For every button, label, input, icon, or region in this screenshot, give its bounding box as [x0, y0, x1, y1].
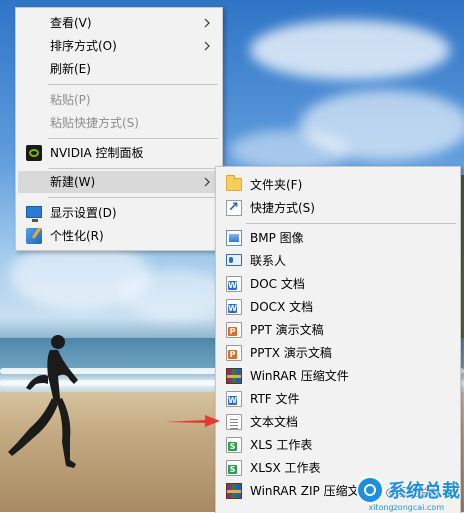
submenu-item-bmp-image[interactable]: BMP 图像: [218, 227, 458, 249]
menu-separator: [48, 168, 218, 169]
submenu-item-docx[interactable]: W DOCX 文档: [218, 296, 458, 318]
watermark-brand-icon: [356, 476, 384, 504]
runner-silhouette: [8, 335, 78, 468]
chevron-right-icon: [204, 177, 210, 187]
submenu-item-label: BMP 图像: [250, 231, 304, 245]
submenu-item-label: XLSX 工作表: [250, 461, 321, 475]
submenu-item-label: 快捷方式(S): [250, 201, 315, 215]
text-document-icon: [226, 414, 242, 430]
menu-item-label: NVIDIA 控制面板: [50, 146, 144, 160]
word-docx-icon: W: [226, 299, 242, 315]
menu-separator: [48, 84, 218, 85]
chevron-right-icon: [204, 41, 210, 51]
menu-item-label: 新建(W): [50, 175, 96, 189]
rtf-icon: W: [226, 391, 242, 407]
menu-item-paste: 粘贴(P): [18, 89, 220, 111]
menu-item-label: 排序方式(O): [50, 39, 117, 53]
menu-item-new[interactable]: 新建(W): [18, 171, 220, 193]
menu-item-refresh[interactable]: 刷新(E): [18, 58, 220, 80]
menu-separator: [48, 197, 218, 198]
submenu-item-contact[interactable]: 联系人: [218, 250, 458, 272]
word-doc-icon: W: [226, 276, 242, 292]
menu-item-paste-shortcut: 粘贴快捷方式(S): [18, 112, 220, 134]
submenu-item-label: WinRAR 压缩文件: [250, 369, 349, 383]
menu-item-label: 显示设置(D): [50, 206, 117, 220]
xlsx-icon: S: [226, 460, 242, 476]
submenu-item-rtf[interactable]: W RTF 文件: [218, 388, 458, 410]
menu-item-label: 粘贴快捷方式(S): [50, 116, 139, 130]
menu-separator: [246, 223, 456, 224]
submenu-item-ppt[interactable]: P PPT 演示文稿: [218, 319, 458, 341]
submenu-item-xls[interactable]: S XLS 工作表: [218, 434, 458, 456]
submenu-item-label: DOC 文档: [250, 277, 305, 291]
bmp-image-icon: [226, 230, 242, 246]
display-settings-icon: [26, 206, 42, 222]
menu-item-personalize[interactable]: 个性化(R): [18, 225, 220, 247]
shortcut-icon: [226, 200, 242, 216]
cloud: [120, 270, 230, 320]
folder-icon: [226, 175, 242, 191]
contact-icon: [226, 254, 242, 266]
cloud: [250, 20, 450, 80]
submenu-item-label: 文件夹(F): [250, 178, 303, 192]
submenu-item-pptx[interactable]: P PPTX 演示文稿: [218, 342, 458, 364]
submenu-item-shortcut[interactable]: 快捷方式(S): [218, 197, 458, 219]
submenu-item-label: 联系人: [250, 254, 287, 268]
pptx-icon: P: [226, 345, 242, 361]
winrar-zip-icon: [226, 483, 242, 499]
menu-item-nvidia-control-panel[interactable]: NVIDIA 控制面板: [18, 142, 220, 164]
submenu-item-folder[interactable]: 文件夹(F): [218, 174, 458, 196]
menu-item-label: 个性化(R): [50, 229, 104, 243]
submenu-item-label: RTF 文件: [250, 392, 300, 406]
annotation-arrow-icon: [165, 415, 220, 427]
submenu-item-doc[interactable]: W DOC 文档: [218, 273, 458, 295]
personalize-icon: [26, 228, 42, 244]
submenu-item-label: PPTX 演示文稿: [250, 346, 332, 360]
menu-item-sort-by[interactable]: 排序方式(O): [18, 35, 220, 57]
submenu-item-label: XLS 工作表: [250, 438, 313, 452]
new-submenu: 文件夹(F) 快捷方式(S) BMP 图像 联系人 W DOC 文档 W DOC…: [215, 166, 461, 513]
ppt-icon: P: [226, 322, 242, 338]
menu-item-label: 刷新(E): [50, 62, 91, 76]
winrar-icon: [226, 368, 242, 384]
watermark-site-text: xitongzongcai.com: [368, 503, 444, 512]
watermark-logo: 系统总裁: [356, 476, 460, 504]
submenu-item-label: PPT 演示文稿: [250, 323, 324, 337]
menu-item-display-settings[interactable]: 显示设置(D): [18, 202, 220, 224]
menu-separator: [48, 138, 218, 139]
desktop-context-menu: 查看(V) 排序方式(O) 刷新(E) 粘贴(P) 粘贴快捷方式(S) NVID…: [15, 7, 223, 251]
submenu-item-label: 文本文档: [250, 415, 299, 429]
submenu-item-winrar[interactable]: WinRAR 压缩文件: [218, 365, 458, 387]
cloud: [230, 130, 350, 170]
submenu-item-label: DOCX 文档: [250, 300, 314, 314]
watermark-brand-text: 系统总裁: [388, 481, 460, 502]
menu-item-label: 查看(V): [50, 16, 92, 30]
submenu-item-text-document[interactable]: 文本文档: [218, 411, 458, 433]
submenu-item-label: WinRAR ZIP 压缩文件: [250, 484, 372, 498]
xls-icon: S: [226, 437, 242, 453]
nvidia-icon: [26, 145, 42, 161]
menu-item-view[interactable]: 查看(V): [18, 12, 220, 34]
chevron-right-icon: [204, 18, 210, 28]
menu-item-label: 粘贴(P): [50, 93, 91, 107]
